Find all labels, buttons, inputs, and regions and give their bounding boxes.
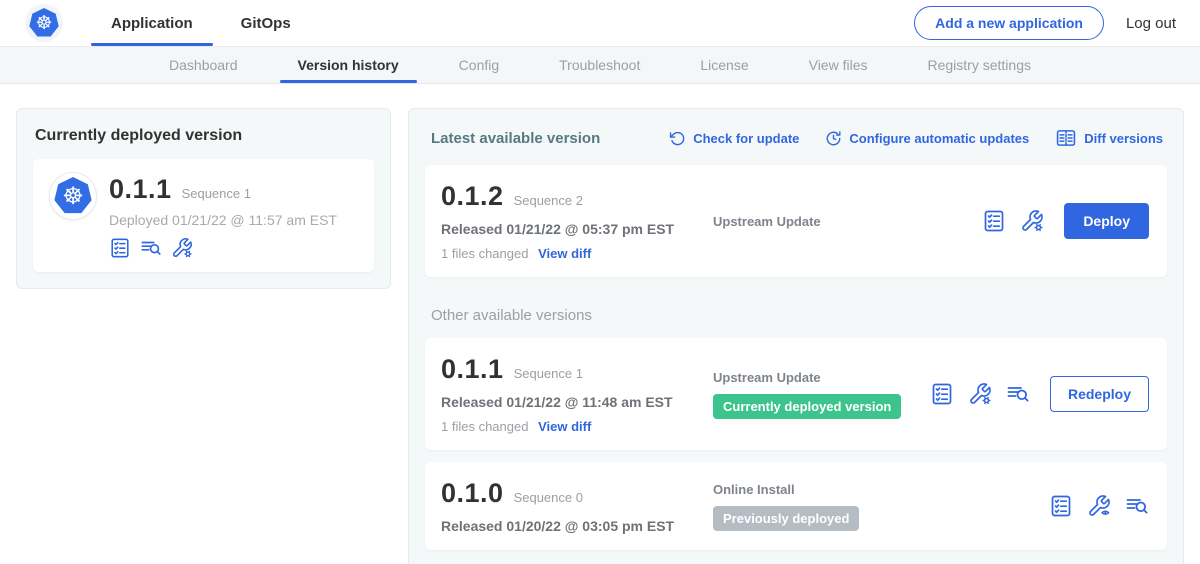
currently-deployed-title: Currently deployed version <box>35 127 374 145</box>
top-nav-right: Add a new application Log out <box>914 6 1184 40</box>
auto-update-clock-icon <box>825 130 842 147</box>
subnav-tab-label: Registry settings <box>928 57 1031 73</box>
previously-deployed-badge: Previously deployed <box>713 506 859 531</box>
updates-actions: Check for update Configure automatic upd… <box>669 127 1163 149</box>
version-card-0-1-2: 0.1.2 Sequence 2 Released 01/21/22 @ 05:… <box>425 165 1167 277</box>
subnav-tab-license[interactable]: License <box>674 47 774 83</box>
sequence-label: Sequence 2 <box>514 193 583 208</box>
kubernetes-heptagon: ☸ <box>29 8 59 38</box>
currently-deployed-badge: Currently deployed version <box>713 394 901 419</box>
preflight-checks-icon[interactable] <box>109 237 131 259</box>
subnav-tab-label: Config <box>459 57 499 73</box>
subnav-tab-label: Troubleshoot <box>559 57 640 73</box>
version-number: 0.1.2 <box>441 181 504 212</box>
version-source: Upstream Update Currently deployed versi… <box>699 370 930 419</box>
helm-wheel-icon: ☸ <box>35 8 52 38</box>
kubernetes-logo: ☸ <box>25 4 63 42</box>
deploy-logs-icon[interactable] <box>140 237 162 259</box>
configure-automatic-updates-label: Configure automatic updates <box>849 131 1029 146</box>
view-diff-link[interactable]: View diff <box>538 246 591 261</box>
diff-versions-link[interactable]: Diff versions <box>1055 127 1163 149</box>
configure-automatic-updates-link[interactable]: Configure automatic updates <box>825 130 1029 147</box>
check-for-update-link[interactable]: Check for update <box>669 130 799 147</box>
deployed-version-number: 0.1.1 <box>109 174 172 205</box>
deployed-version-info: 0.1.1 Sequence 1 Deployed 01/21/22 @ 11:… <box>109 172 337 259</box>
files-changed-row: 1 files changed View diff <box>441 419 699 434</box>
tab-application[interactable]: Application <box>87 0 217 46</box>
config-view-icon[interactable] <box>1087 494 1111 518</box>
version-actions <box>1049 494 1151 518</box>
version-actions: Deploy <box>982 203 1151 239</box>
files-changed-label: 1 files changed <box>441 246 528 261</box>
tab-application-label: Application <box>111 15 193 32</box>
main-content: Currently deployed version ☸ 0.1.1 Seque… <box>0 84 1200 564</box>
check-for-update-label: Check for update <box>693 131 799 146</box>
tab-gitops-label: GitOps <box>241 15 291 32</box>
config-icon[interactable] <box>171 237 193 259</box>
subnav-tab-dashboard[interactable]: Dashboard <box>143 47 264 83</box>
deployed-version-card: ☸ 0.1.1 Sequence 1 Deployed 01/21/22 @ 1… <box>33 159 374 272</box>
other-versions-title: Other available versions <box>431 307 1163 324</box>
subnav-tab-label: Dashboard <box>169 57 238 73</box>
deployed-sequence-label: Sequence 1 <box>182 186 251 201</box>
sequence-label: Sequence 1 <box>514 366 583 381</box>
diff-columns-icon <box>1055 127 1077 149</box>
deploy-logs-icon[interactable] <box>1006 382 1030 406</box>
version-actions: Redeploy <box>930 376 1151 412</box>
preflight-checks-icon[interactable] <box>1049 494 1073 518</box>
helm-wheel-icon: ☸ <box>62 177 84 215</box>
add-new-application-button[interactable]: Add a new application <box>914 6 1104 40</box>
version-info: 0.1.1 Sequence 1 Released 01/21/22 @ 11:… <box>441 354 699 434</box>
config-icon[interactable] <box>1020 209 1044 233</box>
view-diff-link[interactable]: View diff <box>538 419 591 434</box>
source-label: Online Install <box>713 482 1049 497</box>
version-number: 0.1.1 <box>441 354 504 385</box>
config-icon[interactable] <box>968 382 992 406</box>
version-info: 0.1.0 Sequence 0 Released 01/20/22 @ 03:… <box>441 478 699 534</box>
files-changed-label: 1 files changed <box>441 419 528 434</box>
released-timestamp: Released 01/21/22 @ 05:37 pm EST <box>441 221 699 237</box>
preflight-checks-icon[interactable] <box>982 209 1006 233</box>
preflight-checks-icon[interactable] <box>930 382 954 406</box>
files-changed-row: 1 files changed View diff <box>441 246 699 261</box>
subnav-tab-version-history[interactable]: Version history <box>272 47 425 83</box>
sequence-label: Sequence 0 <box>514 490 583 505</box>
app-logo-kubernetes: ☸ <box>54 177 92 215</box>
redeploy-button[interactable]: Redeploy <box>1050 376 1149 412</box>
version-number: 0.1.0 <box>441 478 504 509</box>
subnav-tab-config[interactable]: Config <box>433 47 525 83</box>
latest-available-title: Latest available version <box>431 130 600 147</box>
released-timestamp: Released 01/20/22 @ 03:05 pm EST <box>441 518 699 534</box>
diff-versions-label: Diff versions <box>1084 131 1163 146</box>
subnav-tab-label: License <box>700 57 748 73</box>
subnav-tab-label: View files <box>809 57 868 73</box>
subnav-tab-view-files[interactable]: View files <box>783 47 894 83</box>
version-info: 0.1.2 Sequence 2 Released 01/21/22 @ 05:… <box>441 181 699 261</box>
version-source: Upstream Update <box>699 214 982 229</box>
top-nav: ☸ Application GitOps Add a new applicati… <box>0 0 1200 46</box>
tab-gitops[interactable]: GitOps <box>217 0 315 46</box>
logout-link[interactable]: Log out <box>1126 15 1184 32</box>
source-label: Upstream Update <box>713 214 982 229</box>
subnav-tab-registry-settings[interactable]: Registry settings <box>902 47 1057 83</box>
updates-header: Latest available version Check for updat… <box>431 127 1163 149</box>
subnav-tab-troubleshoot[interactable]: Troubleshoot <box>533 47 666 83</box>
available-updates-panel: Latest available version Check for updat… <box>408 108 1184 564</box>
subnav-tab-label: Version history <box>298 57 399 73</box>
version-card-0-1-1: 0.1.1 Sequence 1 Released 01/21/22 @ 11:… <box>425 338 1167 450</box>
deploy-button[interactable]: Deploy <box>1064 203 1149 239</box>
version-card-0-1-0: 0.1.0 Sequence 0 Released 01/20/22 @ 03:… <box>425 462 1167 550</box>
released-timestamp: Released 01/21/22 @ 11:48 am EST <box>441 394 699 410</box>
app-logo-ring: ☸ <box>49 172 97 220</box>
deployed-actions <box>109 237 337 259</box>
version-source: Online Install Previously deployed <box>699 482 1049 531</box>
refresh-icon <box>669 130 686 147</box>
deploy-logs-icon[interactable] <box>1125 494 1149 518</box>
app-sub-nav: Dashboard Version history Config Trouble… <box>0 46 1200 84</box>
top-nav-tabs: Application GitOps <box>87 0 315 46</box>
currently-deployed-panel: Currently deployed version ☸ 0.1.1 Seque… <box>16 108 391 289</box>
deployed-timestamp: Deployed 01/21/22 @ 11:57 am EST <box>109 212 337 228</box>
source-label: Upstream Update <box>713 370 930 385</box>
